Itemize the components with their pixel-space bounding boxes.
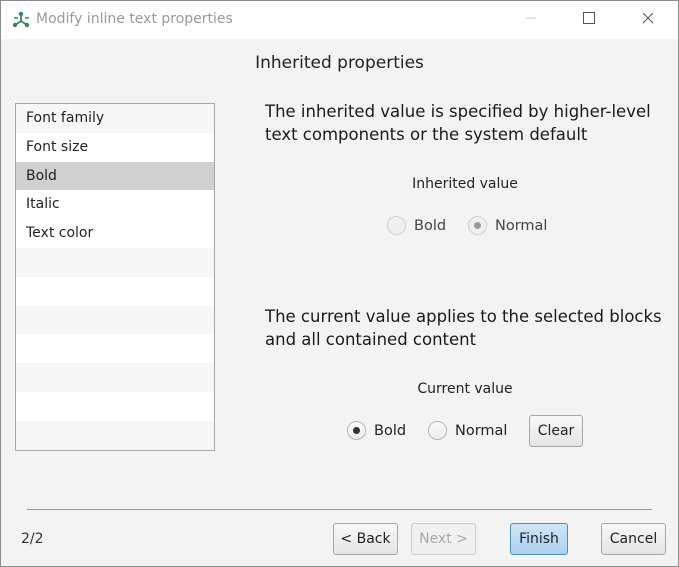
inherited-normal-radio: Normal (468, 216, 547, 235)
clear-button[interactable]: Clear (529, 415, 583, 447)
radio-circle-icon (428, 421, 447, 440)
empty-list-row (16, 391, 214, 421)
property-item-label: Font family (26, 110, 105, 126)
radio-circle-icon (468, 216, 487, 235)
empty-list-row (16, 247, 214, 277)
property-list[interactable]: Font family Font size Bold Italic Text c… (15, 103, 215, 451)
window-title: Modify inline text properties (36, 11, 233, 27)
app-logo-icon (11, 10, 31, 30)
current-normal-radio[interactable]: Normal (428, 421, 507, 440)
empty-list-row (16, 334, 214, 364)
empty-list-row (16, 420, 214, 450)
radio-label: Normal (495, 217, 548, 234)
cancel-button[interactable]: Cancel (601, 523, 666, 555)
radio-label: Bold (414, 217, 447, 234)
maximize-icon (583, 12, 595, 28)
back-button[interactable]: < Back (333, 523, 398, 555)
empty-list-row (16, 276, 214, 306)
dialog-window: Modify inline text properties Inherited … (0, 0, 679, 567)
empty-list-row (16, 305, 214, 335)
radio-circle-icon (347, 421, 366, 440)
property-item-text-color[interactable]: Text color (16, 219, 214, 248)
current-description: The current value applies to the selecte… (265, 307, 662, 349)
radio-label: Normal (455, 422, 508, 439)
close-icon (642, 12, 654, 28)
current-value-label: Current value (417, 381, 513, 397)
page-title: Inherited properties (255, 53, 424, 73)
minimize-icon (525, 12, 537, 28)
inherited-description: The inherited value is specified by high… (265, 102, 651, 144)
property-item-label: Font size (26, 138, 89, 155)
radio-circle-icon (387, 216, 406, 235)
empty-list-row (16, 363, 214, 392)
property-item-bold[interactable]: Bold (16, 161, 214, 191)
radio-label: Bold (374, 422, 407, 439)
inherited-bold-radio: Bold (387, 216, 446, 235)
property-item-label: Italic (26, 196, 60, 213)
inherited-value-label: Inherited value (412, 176, 518, 192)
property-item-label: Bold (26, 167, 57, 184)
property-item-font-size[interactable]: Font size (16, 132, 214, 162)
current-bold-radio[interactable]: Bold (347, 421, 406, 440)
property-item-italic[interactable]: Italic (16, 190, 214, 220)
page-counter: 2/2 (21, 531, 44, 547)
title-bar: Modify inline text properties (1, 1, 678, 39)
minimize-button[interactable] (508, 1, 554, 39)
property-item-label: Text color (26, 225, 94, 242)
property-item-font-family[interactable]: Font family (16, 104, 214, 133)
maximize-button[interactable] (566, 1, 612, 39)
footer-divider (27, 509, 652, 510)
next-button[interactable]: Next > (411, 523, 476, 555)
finish-button[interactable]: Finish (510, 523, 568, 555)
close-button[interactable] (625, 1, 671, 39)
